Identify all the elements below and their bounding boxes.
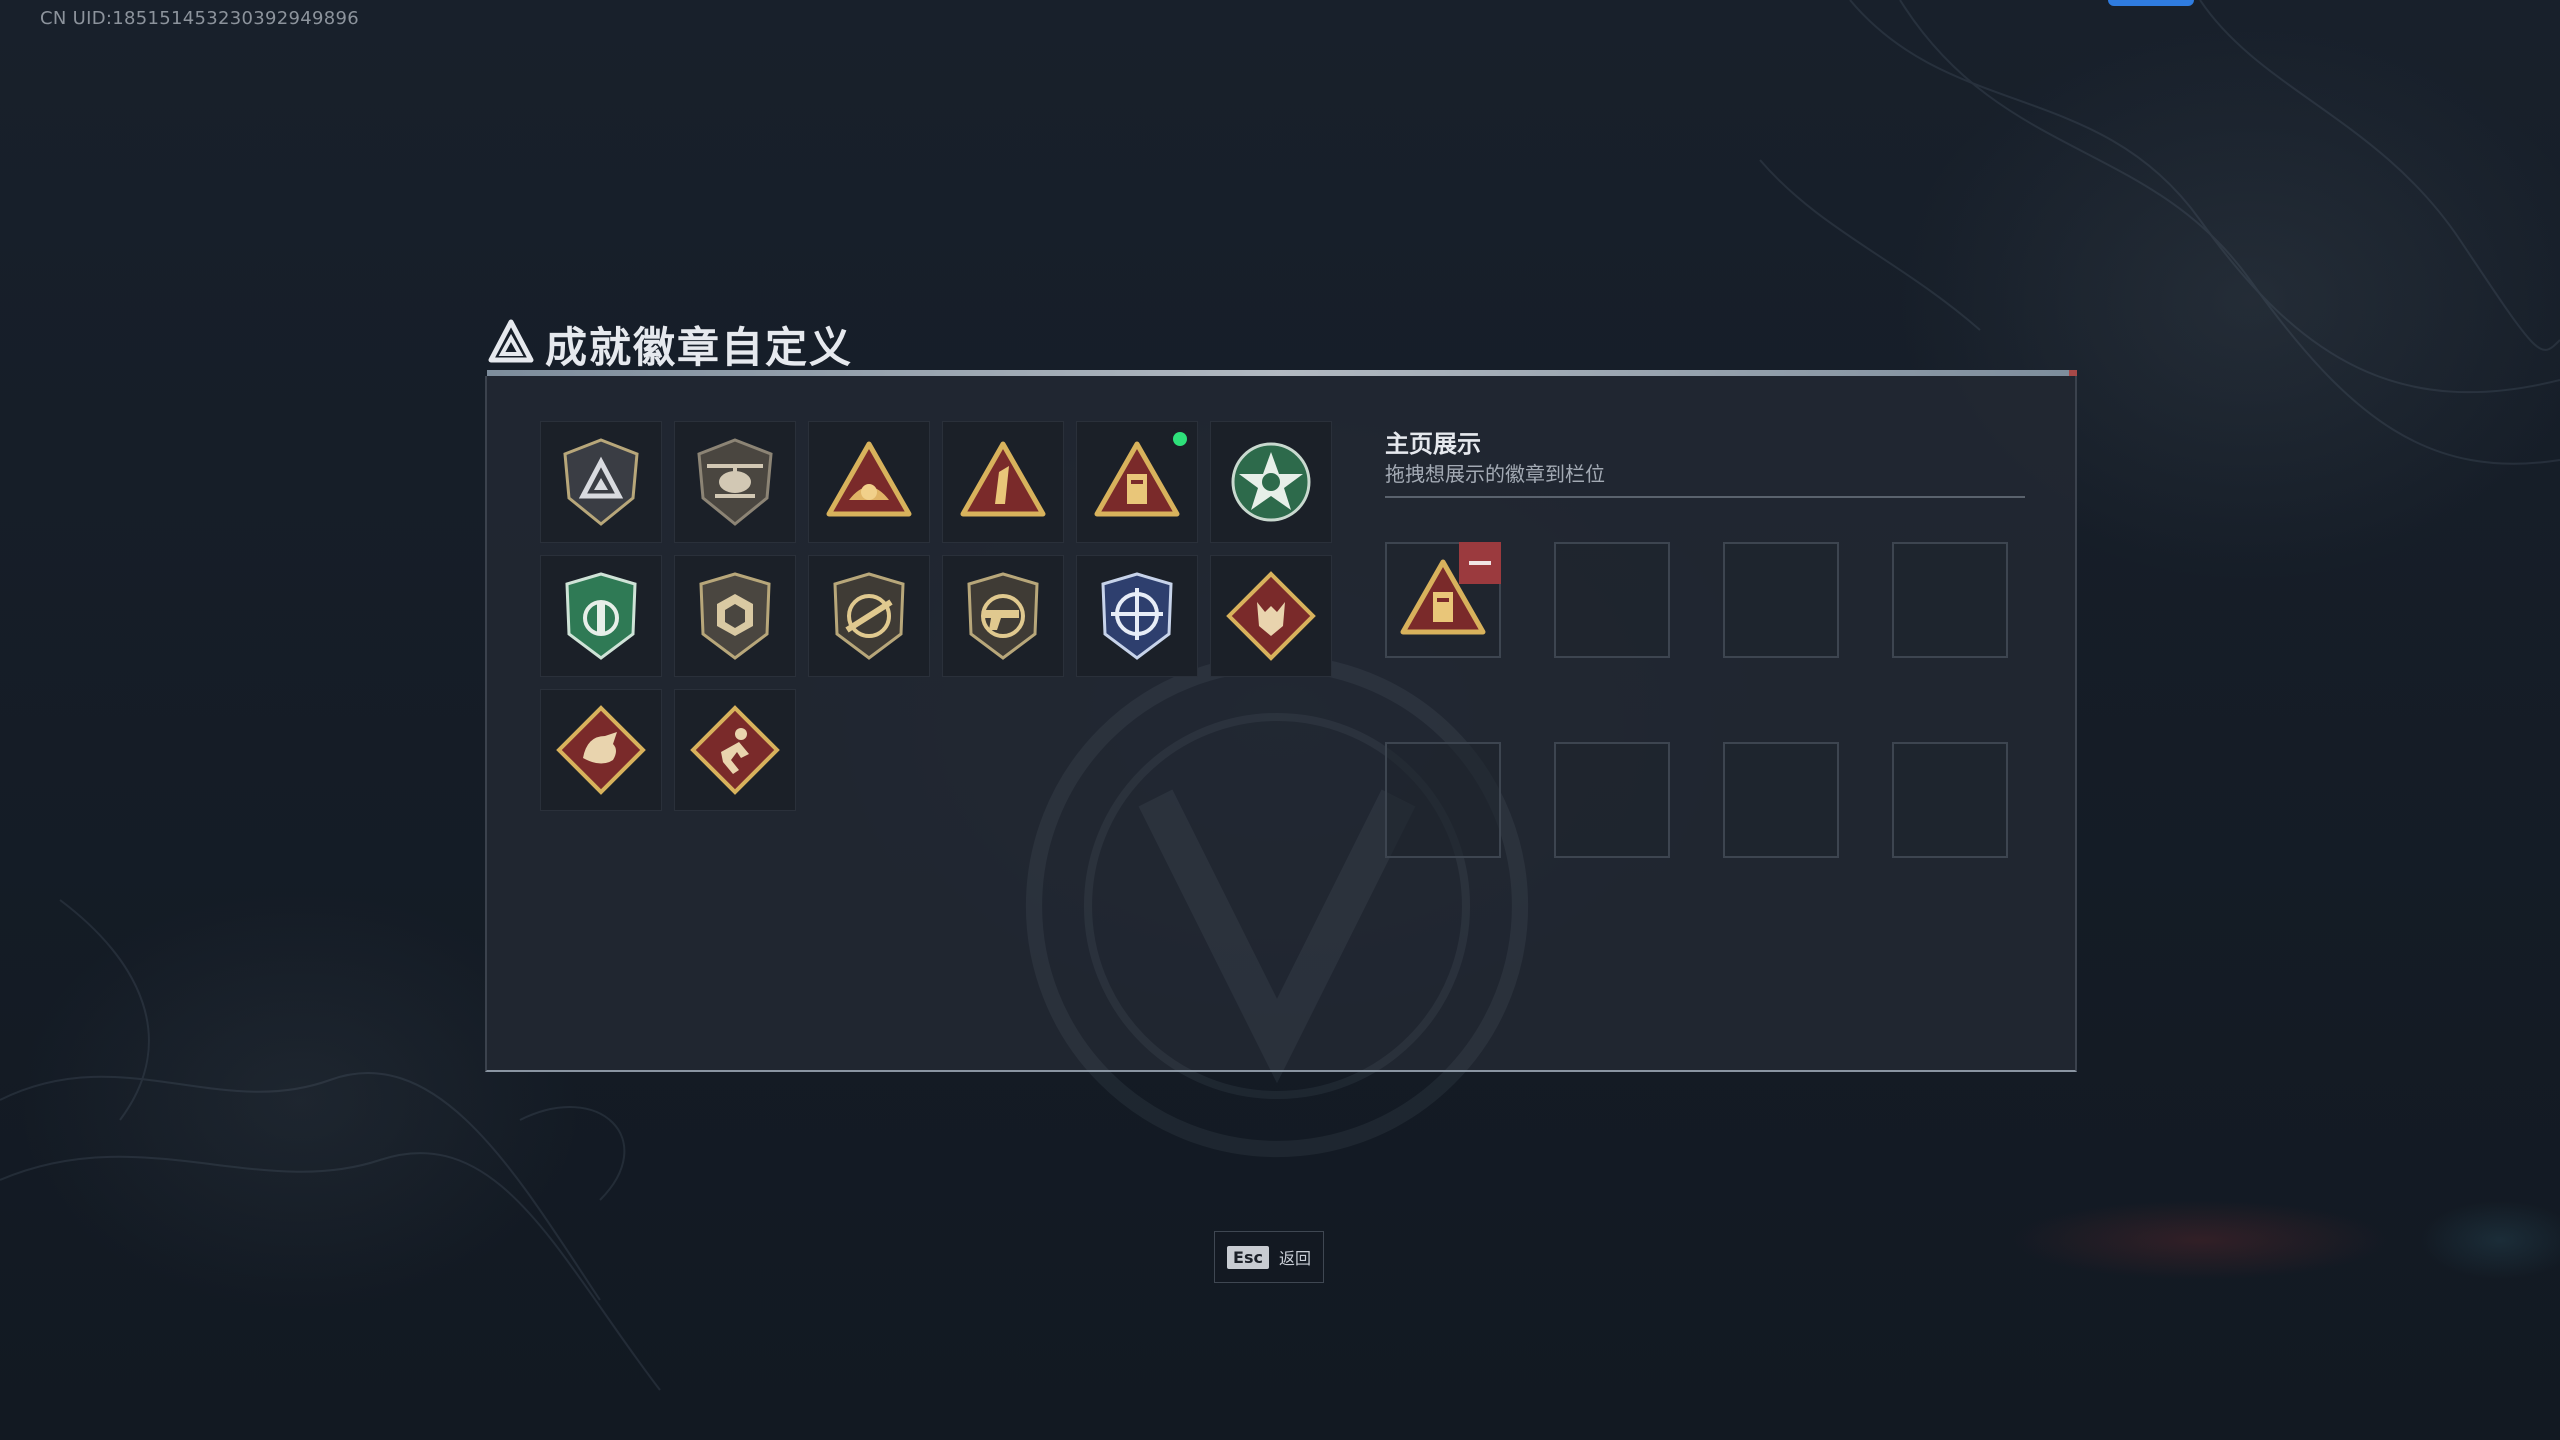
badge-customize-panel: 主页展示 拖拽想展示的徽章到栏位 bbox=[485, 376, 2077, 1158]
display-slot-7[interactable] bbox=[1723, 742, 1839, 858]
display-divider bbox=[1385, 496, 2025, 498]
display-slot-2[interactable] bbox=[1554, 542, 1670, 658]
badge-cell[interactable] bbox=[1076, 421, 1198, 543]
display-slot-5[interactable] bbox=[1385, 742, 1501, 858]
display-slot-6[interactable] bbox=[1554, 742, 1670, 858]
active-indicator-dot bbox=[1169, 428, 1191, 450]
badge-cell[interactable] bbox=[674, 421, 796, 543]
dragon-diamond-badge-icon bbox=[556, 705, 646, 795]
display-slot-4[interactable] bbox=[1892, 542, 2008, 658]
back-button[interactable]: Esc 返回 bbox=[1214, 1231, 1324, 1283]
top-accent-bar bbox=[2108, 0, 2194, 6]
green-star-medal-badge-icon bbox=[1231, 442, 1311, 522]
esc-key-hint: Esc bbox=[1227, 1245, 1269, 1269]
minus-icon bbox=[1469, 561, 1491, 565]
back-label: 返回 bbox=[1278, 1249, 1311, 1268]
badge-cell[interactable] bbox=[808, 421, 930, 543]
remove-badge-button[interactable] bbox=[1459, 542, 1501, 584]
background-glow bbox=[2420, 1200, 2560, 1280]
badge-cell[interactable] bbox=[540, 555, 662, 677]
account-uid: CN UID:185151453230392949896 bbox=[40, 8, 360, 29]
display-section-title: 主页展示 bbox=[1385, 430, 1481, 458]
badge-cell[interactable] bbox=[1210, 555, 1332, 677]
badge-cell[interactable] bbox=[674, 555, 796, 677]
triangle-eye-badge-icon bbox=[826, 441, 912, 517]
triangle-tower-badge-icon bbox=[1094, 441, 1180, 517]
rifle-shield-badge-icon bbox=[833, 572, 905, 660]
shield-triangle-badge-icon bbox=[563, 438, 639, 526]
helicopter-badge-icon bbox=[697, 438, 773, 526]
badge-cell[interactable] bbox=[540, 689, 662, 811]
display-section-subtitle: 拖拽想展示的徽章到栏位 bbox=[1385, 462, 1605, 486]
background-glow bbox=[2010, 1200, 2390, 1280]
badge-cell[interactable] bbox=[942, 555, 1064, 677]
page-title: 成就徽章自定义 bbox=[545, 323, 854, 372]
badge-cell[interactable] bbox=[540, 421, 662, 543]
display-slot-8[interactable] bbox=[1892, 742, 2008, 858]
hexagon-shield-badge-icon bbox=[699, 572, 771, 660]
pistol-shield-badge-icon bbox=[967, 572, 1039, 660]
badge-cell[interactable] bbox=[674, 689, 796, 811]
runner-diamond-badge-icon bbox=[690, 705, 780, 795]
badge-cell[interactable] bbox=[942, 421, 1064, 543]
display-slot-3[interactable] bbox=[1723, 542, 1839, 658]
page-header: 成就徽章自定义 bbox=[487, 308, 2075, 378]
badge-cell[interactable] bbox=[1210, 421, 1332, 543]
display-slot-1[interactable] bbox=[1385, 542, 1501, 658]
faction-emblem-watermark-icon bbox=[1025, 654, 1529, 1158]
badge-cell[interactable] bbox=[808, 555, 930, 677]
delta-triangle-logo-icon bbox=[488, 319, 534, 363]
wolf-diamond-badge-icon bbox=[1226, 571, 1316, 661]
green-shield-badge-icon bbox=[565, 572, 637, 660]
blue-crosshair-badge-icon bbox=[1101, 572, 1173, 660]
triangle-number-one-badge-icon bbox=[960, 441, 1046, 517]
badge-cell[interactable] bbox=[1076, 555, 1198, 677]
